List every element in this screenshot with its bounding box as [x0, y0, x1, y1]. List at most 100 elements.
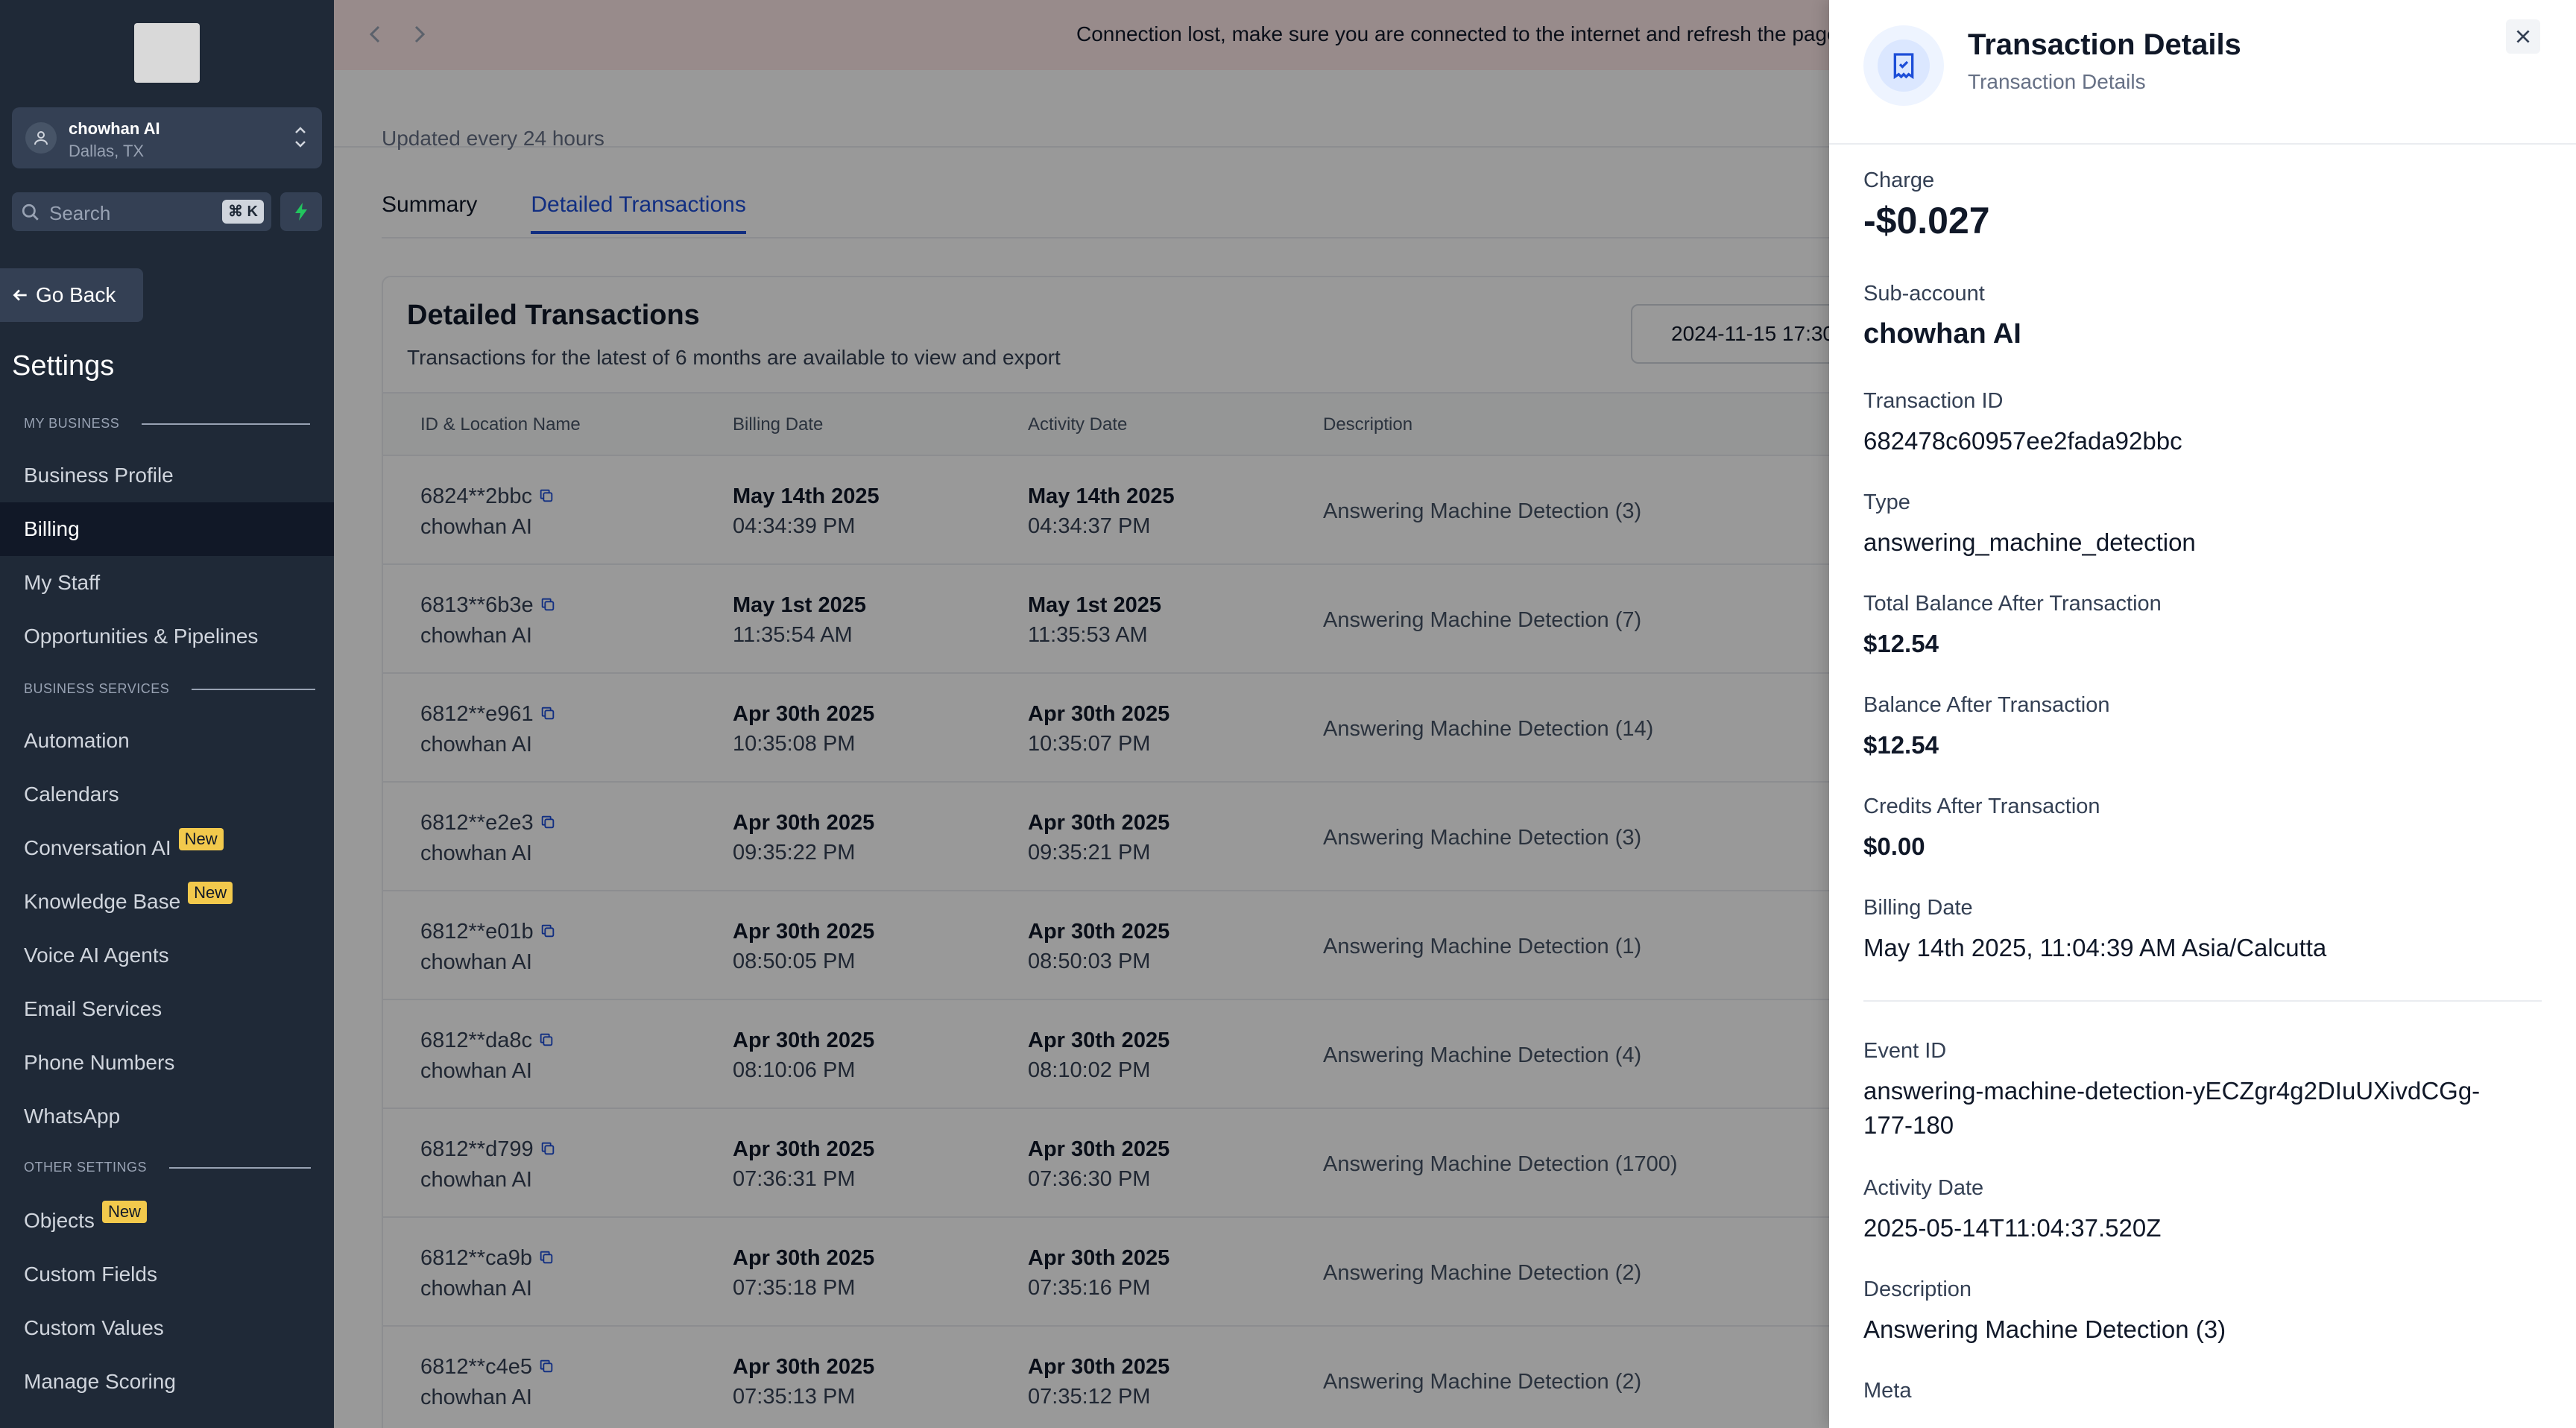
- nav-label: Phone Numbers: [24, 1051, 175, 1074]
- sidebar-item-billing[interactable]: Billing: [0, 502, 334, 556]
- subaccount-value: chowhan AI: [1863, 318, 2021, 350]
- search-placeholder: Search: [49, 202, 111, 224]
- sidebar-item-calendars[interactable]: Calendars: [0, 768, 334, 821]
- type-label: Type: [1863, 490, 1910, 514]
- sidebar-item-voice-ai-agents[interactable]: Voice AI Agents: [0, 929, 334, 982]
- subaccount-label: Sub-account: [1863, 282, 1985, 306]
- transaction-id-value: 682478c60957ee2fada92bbc: [1863, 427, 2182, 455]
- credits-value: $0.00: [1863, 833, 1925, 860]
- details-divider: [1863, 1000, 2542, 1002]
- new-badge: New: [101, 1201, 147, 1223]
- drawer-subtitle: Transaction Details: [1968, 70, 2146, 93]
- description-label: Description: [1863, 1277, 1972, 1301]
- charge-field: Charge -$0.027: [1863, 168, 2549, 241]
- sidebar-item-business-profile[interactable]: Business Profile: [0, 449, 334, 502]
- description-field: Description Answering Machine Detection …: [1863, 1277, 2549, 1347]
- section-label: MY BUSINESS: [24, 416, 120, 431]
- new-badge: New: [178, 828, 224, 850]
- nav-label: Conversation AI: [24, 836, 171, 859]
- section-my-business: MY BUSINESS: [24, 416, 311, 432]
- receipt-icon: [1863, 25, 1944, 106]
- sidebar-item-automation[interactable]: Automation: [0, 714, 334, 768]
- transaction-details-drawer: Transaction Details Transaction Details …: [1829, 0, 2576, 1428]
- section-label: OTHER SETTINGS: [24, 1160, 148, 1175]
- nav-label: Opportunities & Pipelines: [24, 625, 259, 648]
- billing-date-field: Billing Date May 14th 2025, 11:04:39 AM …: [1863, 896, 2549, 965]
- nav-label: Email Services: [24, 997, 162, 1020]
- sidebar-item-conversation-ai[interactable]: Conversation AI New: [0, 821, 334, 875]
- chevron-up-down-icon: [292, 122, 309, 156]
- sidebar-item-phone-numbers[interactable]: Phone Numbers: [0, 1036, 334, 1090]
- divider: [142, 423, 311, 425]
- total-balance-value: $12.54: [1863, 630, 1939, 657]
- company-logo: [134, 23, 200, 83]
- close-button[interactable]: [2506, 19, 2540, 54]
- activity-date-value: 2025-05-14T11:04:37.520Z: [1863, 1214, 2162, 1242]
- credits-field: Credits After Transaction $0.00: [1863, 794, 2549, 864]
- sidebar-item-custom-values[interactable]: Custom Values: [0, 1301, 334, 1355]
- total-balance-field: Total Balance After Transaction $12.54: [1863, 592, 2549, 661]
- nav-label: Manage Scoring: [24, 1370, 176, 1393]
- new-badge: New: [188, 882, 233, 904]
- nav-label: Objects: [24, 1209, 95, 1232]
- charge-label: Charge: [1863, 168, 1935, 192]
- transaction-id-label: Transaction ID: [1863, 389, 2004, 413]
- billing-date-label: Billing Date: [1863, 896, 1973, 920]
- billing-date-value: May 14th 2025, 11:04:39 AM Asia/Calcutta: [1863, 934, 2327, 961]
- balance-label: Balance After Transaction: [1863, 693, 2110, 717]
- account-location: Dallas, TX: [69, 142, 145, 160]
- event-id-value-line1: answering-machine-detection-yECZgr4g2DIu…: [1863, 1077, 2481, 1105]
- go-back-label: Go Back: [36, 283, 116, 306]
- nav-label: Voice AI Agents: [24, 944, 169, 967]
- modal-overlay[interactable]: [334, 0, 1829, 1428]
- divider: [169, 1166, 312, 1169]
- settings-title: Settings: [12, 350, 115, 382]
- divider: [192, 688, 316, 690]
- lightning-icon: [295, 203, 307, 221]
- close-icon: [2516, 30, 2530, 43]
- sidebar: chowhan AI Dallas, TX Search ⌘ K Go Back…: [0, 0, 334, 1428]
- drawer-title: Transaction Details: [1968, 28, 2241, 61]
- arrow-left-icon: [13, 289, 27, 301]
- meta-field: Meta: [1863, 1379, 2549, 1403]
- event-id-label: Event ID: [1863, 1039, 1947, 1063]
- nav-label: Calendars: [24, 783, 119, 806]
- nav-label: Knowledge Base: [24, 890, 181, 913]
- nav-label: Billing: [24, 517, 80, 540]
- account-name: chowhan AI: [69, 119, 160, 138]
- description-value: Answering Machine Detection (3): [1863, 1315, 2226, 1343]
- sidebar-item-knowledge-base[interactable]: Knowledge Base New: [0, 875, 334, 929]
- search-icon: [21, 203, 40, 226]
- meta-label: Meta: [1863, 1379, 1912, 1403]
- sidebar-item-manage-scoring[interactable]: Manage Scoring: [0, 1355, 334, 1409]
- sidebar-item-objects[interactable]: Objects New: [0, 1194, 334, 1248]
- sidebar-item-opportunities[interactable]: Opportunities & Pipelines: [0, 610, 334, 663]
- event-id-field: Event ID answering-machine-detection-yEC…: [1863, 1039, 2549, 1143]
- nav-label: Custom Fields: [24, 1263, 157, 1286]
- search-input[interactable]: Search ⌘ K: [12, 192, 271, 231]
- sidebar-item-my-staff[interactable]: My Staff: [0, 556, 334, 610]
- type-field: Type answering_machine_detection: [1863, 490, 2549, 560]
- charge-value: -$0.027: [1863, 200, 1990, 241]
- transaction-id-field: Transaction ID 682478c60957ee2fada92bbc: [1863, 389, 2549, 458]
- event-id-value-line2: 177-180: [1863, 1111, 1954, 1139]
- quick-action-button[interactable]: [280, 192, 322, 231]
- sidebar-item-whatsapp[interactable]: WhatsApp: [0, 1090, 334, 1143]
- go-back-button[interactable]: Go Back: [0, 268, 143, 322]
- balance-field: Balance After Transaction $12.54: [1863, 693, 2549, 762]
- search-shortcut: ⌘ K: [222, 200, 264, 224]
- sidebar-item-custom-fields[interactable]: Custom Fields: [0, 1248, 334, 1301]
- sidebar-item-email-services[interactable]: Email Services: [0, 982, 334, 1036]
- nav-label: My Staff: [24, 571, 101, 594]
- nav-label: Custom Values: [24, 1316, 164, 1339]
- balance-value: $12.54: [1863, 731, 1939, 759]
- user-icon: [25, 122, 57, 154]
- subaccount-field: Sub-account chowhan AI: [1863, 282, 2549, 351]
- account-switcher[interactable]: chowhan AI Dallas, TX: [12, 107, 322, 168]
- activity-date-label: Activity Date: [1863, 1176, 1984, 1200]
- section-other-settings: OTHER SETTINGS: [24, 1160, 312, 1175]
- total-balance-label: Total Balance After Transaction: [1863, 592, 2162, 616]
- nav-label: Business Profile: [24, 464, 174, 487]
- activity-date-field: Activity Date 2025-05-14T11:04:37.520Z: [1863, 1176, 2549, 1245]
- nav-label: WhatsApp: [24, 1105, 121, 1128]
